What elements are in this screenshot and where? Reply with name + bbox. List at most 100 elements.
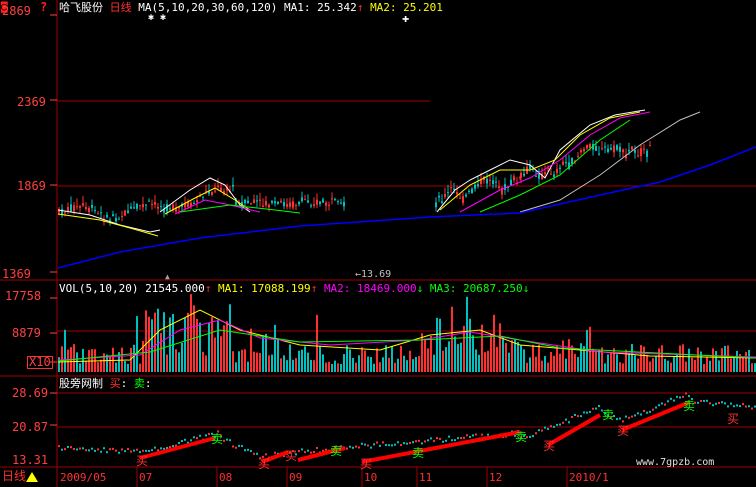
sell-signal: 卖 xyxy=(602,408,615,422)
volume-bar xyxy=(688,348,690,372)
indicator-dot xyxy=(706,399,708,402)
volume-bar xyxy=(634,355,636,372)
indicator-dot xyxy=(457,437,459,440)
indicator-dot xyxy=(367,444,369,447)
candle-body xyxy=(139,204,141,206)
indicator-header: 股旁网制 买: 卖: xyxy=(59,377,152,390)
candle-body xyxy=(94,210,96,212)
ind-ylabel-1: 28.69 xyxy=(12,386,49,400)
indicator-dot xyxy=(433,440,435,443)
candle-body xyxy=(256,200,258,202)
volume-bar xyxy=(331,363,333,372)
volume-bar xyxy=(469,318,471,372)
indicator-dot xyxy=(445,439,447,442)
indicator-dot xyxy=(229,439,231,442)
vol-value: 21545.000 xyxy=(145,282,205,295)
candle-body xyxy=(106,214,108,218)
candle-body xyxy=(136,203,138,209)
indicator-dot xyxy=(667,400,669,403)
indicator-dot xyxy=(97,448,99,451)
volume-bar xyxy=(97,362,99,372)
volume-bar xyxy=(241,349,243,372)
volume-bar xyxy=(667,360,669,372)
buy-legend: 买 xyxy=(109,377,121,390)
volume-bar xyxy=(124,360,126,372)
indicator-dot xyxy=(487,433,489,436)
volume-bar xyxy=(364,350,366,372)
candle-body xyxy=(604,146,606,148)
candle-body xyxy=(622,149,624,153)
star-icon: ✱ ✱ xyxy=(148,12,167,23)
indicator-dot xyxy=(574,413,576,416)
chart-canvas[interactable] xyxy=(0,0,756,487)
volume-bar xyxy=(349,349,351,372)
candle-body xyxy=(169,208,171,210)
volume-bar xyxy=(439,318,441,372)
signal-trend-segment xyxy=(361,430,521,464)
volume-bar xyxy=(100,359,102,372)
indicator-dot xyxy=(454,439,456,442)
indicator-dot xyxy=(145,449,147,452)
volume-bar xyxy=(112,347,114,372)
indicator-dot xyxy=(361,442,363,445)
indicator-dot xyxy=(394,443,396,446)
indicator-dot xyxy=(403,442,405,445)
volume-bar xyxy=(685,361,687,372)
period-tab[interactable]: 日线 xyxy=(2,470,39,482)
candle-body xyxy=(513,176,515,181)
indicator-dot xyxy=(154,446,156,449)
low-marker: ←13.69 xyxy=(355,269,392,280)
indicator-dot xyxy=(316,446,318,449)
volume-bar xyxy=(235,362,237,372)
candle-body xyxy=(319,201,321,204)
indicator-dot xyxy=(664,403,666,406)
volume-bar xyxy=(460,342,462,372)
candle-body xyxy=(91,204,93,208)
candle-body xyxy=(640,148,642,156)
question-icon[interactable]: ? xyxy=(40,1,47,13)
indicator-dot xyxy=(226,438,228,441)
indicator-dot xyxy=(73,448,75,451)
volume-bar xyxy=(544,356,546,372)
volume-bar xyxy=(202,351,204,372)
candle-body xyxy=(610,148,612,150)
volume-bar xyxy=(424,338,426,372)
candle-body xyxy=(444,193,446,198)
price-ylabel-3: 1869 xyxy=(17,179,46,193)
volume-bar xyxy=(385,345,387,372)
volume-bar xyxy=(682,344,684,372)
indicator-dot xyxy=(652,408,654,411)
indicator-dot xyxy=(310,451,312,454)
volume-bar xyxy=(724,345,726,372)
candle-body xyxy=(495,181,497,183)
indicator-dot xyxy=(256,452,258,455)
ma30-line-b xyxy=(179,204,301,214)
indicator-dot xyxy=(61,448,63,451)
volume-bar xyxy=(643,346,645,372)
volume-bar xyxy=(154,312,156,372)
candle-body xyxy=(456,192,458,195)
volume-bar xyxy=(355,362,357,372)
indicator-dot xyxy=(181,439,183,442)
indicator-dot xyxy=(544,426,546,429)
indicator-dot xyxy=(109,448,111,451)
volume-bar xyxy=(253,351,255,372)
volume-bar xyxy=(475,349,477,372)
candle-body xyxy=(112,214,114,217)
volume-bar xyxy=(400,345,402,372)
volume-bar xyxy=(496,346,498,372)
candle-body xyxy=(316,199,318,205)
indicator-dot xyxy=(67,445,69,448)
indicator-dot xyxy=(589,410,591,413)
candle-body xyxy=(265,200,267,206)
candle-body xyxy=(253,199,255,204)
volume-bar xyxy=(190,294,192,372)
candle-body xyxy=(447,192,449,194)
volume-bar xyxy=(427,348,429,372)
indicator-dot xyxy=(688,395,690,398)
date-label: 10 xyxy=(364,471,378,484)
volume-bar xyxy=(742,357,744,372)
buy-signal: 买 xyxy=(258,457,271,471)
candle-body xyxy=(468,190,470,192)
candle-body xyxy=(262,205,264,208)
